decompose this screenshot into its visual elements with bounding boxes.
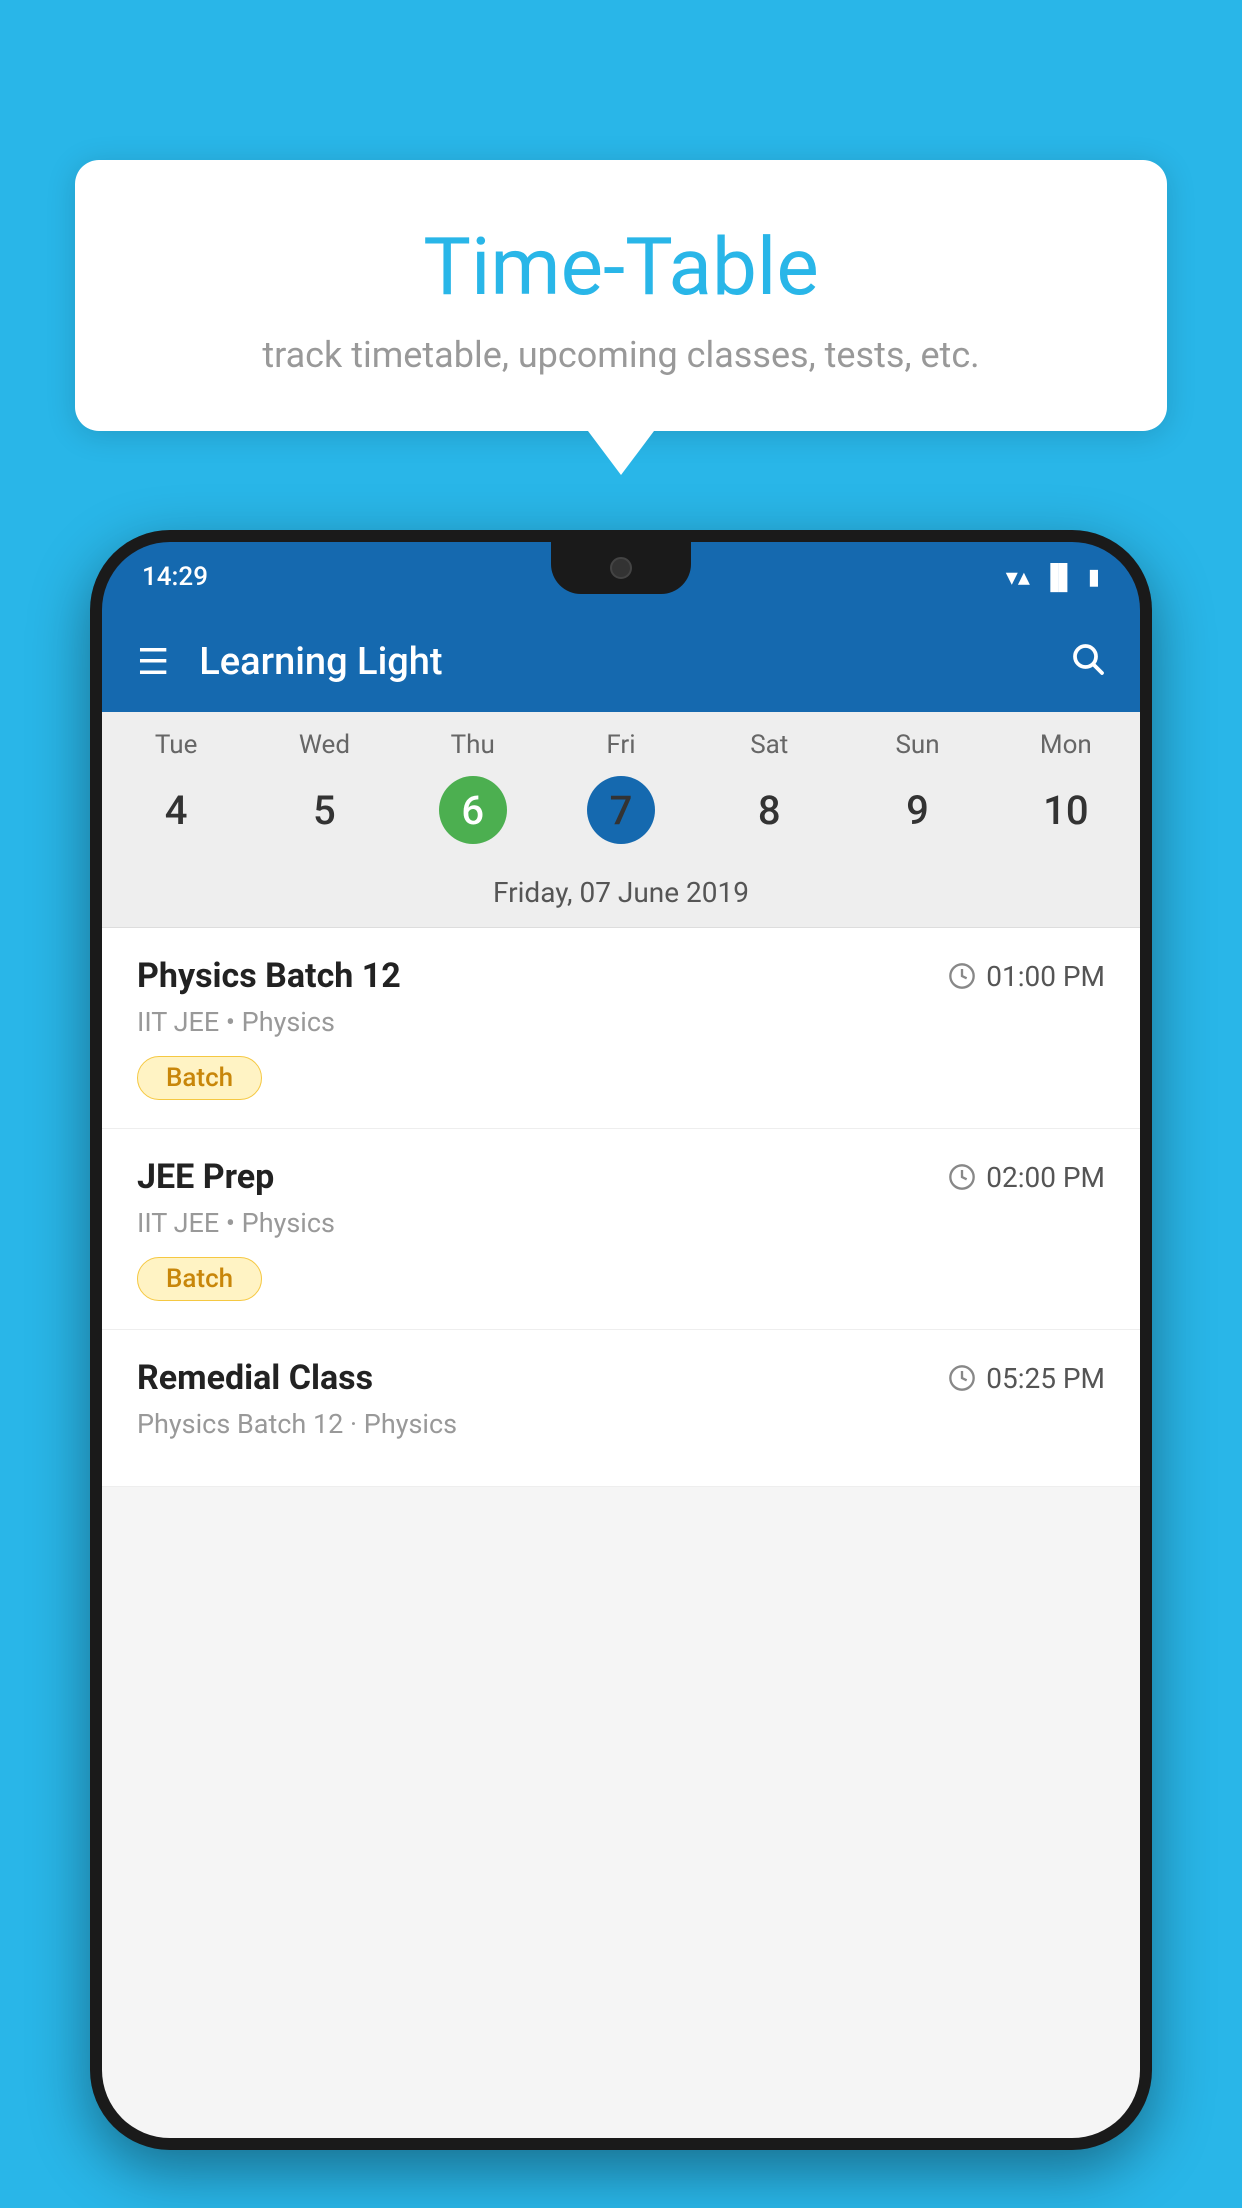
day-5[interactable]: 5 — [250, 776, 398, 844]
class-time-2: 02:00 PM — [948, 1161, 1105, 1194]
class-name-3: Remedial Class — [137, 1358, 373, 1398]
selected-date-label: Friday, 07 June 2019 — [102, 862, 1140, 928]
search-icon[interactable] — [1069, 640, 1105, 685]
day-headers: Tue Wed Thu Fri Sat Sun Mon — [102, 712, 1140, 768]
class-name-2: JEE Prep — [137, 1157, 274, 1197]
tooltip-title: Time-Table — [125, 220, 1117, 314]
camera — [610, 557, 632, 579]
day-7-selected[interactable]: 7 — [547, 776, 695, 844]
day-header-wed: Wed — [250, 730, 398, 760]
class-subtitle-1: IIT JEE • Physics — [137, 1006, 1105, 1038]
calendar-section: Tue Wed Thu Fri Sat Sun Mon 4 5 6 7 8 9 … — [102, 712, 1140, 928]
wifi-icon: ▾▴ — [1006, 563, 1030, 591]
tooltip-subtitle: track timetable, upcoming classes, tests… — [125, 334, 1117, 376]
day-header-sat: Sat — [695, 730, 843, 760]
batch-badge-1: Batch — [137, 1056, 262, 1100]
class-item-remedial[interactable]: Remedial Class 05:25 PM Physics Batch 12… — [102, 1330, 1140, 1487]
class-name-1: Physics Batch 12 — [137, 956, 401, 996]
day-numbers: 4 5 6 7 8 9 10 — [102, 768, 1140, 862]
day-10[interactable]: 10 — [992, 776, 1140, 844]
day-header-mon: Mon — [992, 730, 1140, 760]
day-header-thu: Thu — [399, 730, 547, 760]
notch — [551, 542, 691, 594]
day-header-fri: Fri — [547, 730, 695, 760]
class-item-jee-prep[interactable]: JEE Prep 02:00 PM IIT JEE • Physics Batc… — [102, 1129, 1140, 1330]
class-subtitle-2: IIT JEE • Physics — [137, 1207, 1105, 1239]
class-time-3: 05:25 PM — [948, 1362, 1105, 1395]
hamburger-icon[interactable]: ☰ — [137, 641, 169, 683]
class-list: Physics Batch 12 01:00 PM IIT JEE • Phys… — [102, 928, 1140, 1487]
status-time: 14:29 — [142, 562, 208, 592]
day-8[interactable]: 8 — [695, 776, 843, 844]
class-item-header-3: Remedial Class 05:25 PM — [137, 1358, 1105, 1398]
app-title: Learning Light — [199, 640, 1069, 684]
class-subtitle-3: Physics Batch 12 · Physics — [137, 1408, 1105, 1440]
day-9[interactable]: 9 — [843, 776, 991, 844]
day-6-today[interactable]: 6 — [399, 776, 547, 844]
status-icons: ▾▴ ▐▌ ▮ — [1006, 563, 1100, 592]
day-4[interactable]: 4 — [102, 776, 250, 844]
class-item-header-1: Physics Batch 12 01:00 PM — [137, 956, 1105, 996]
day-header-tue: Tue — [102, 730, 250, 760]
app-header: ☰ Learning Light — [102, 612, 1140, 712]
phone-screen: ☰ Learning Light Tue Wed Thu Fri Sat — [102, 612, 1140, 2138]
signal-icon: ▐▌ — [1042, 563, 1076, 592]
phone-frame: 14:29 ▾▴ ▐▌ ▮ ☰ Learning Light — [90, 530, 1152, 2150]
class-item-header-2: JEE Prep 02:00 PM — [137, 1157, 1105, 1197]
class-item-physics-batch-12[interactable]: Physics Batch 12 01:00 PM IIT JEE • Phys… — [102, 928, 1140, 1129]
phone-container: 14:29 ▾▴ ▐▌ ▮ ☰ Learning Light — [90, 530, 1152, 2208]
day-header-sun: Sun — [843, 730, 991, 760]
tooltip-card: Time-Table track timetable, upcoming cla… — [75, 160, 1167, 431]
battery-icon: ▮ — [1088, 565, 1100, 590]
class-time-1: 01:00 PM — [948, 960, 1105, 993]
batch-badge-2: Batch — [137, 1257, 262, 1301]
